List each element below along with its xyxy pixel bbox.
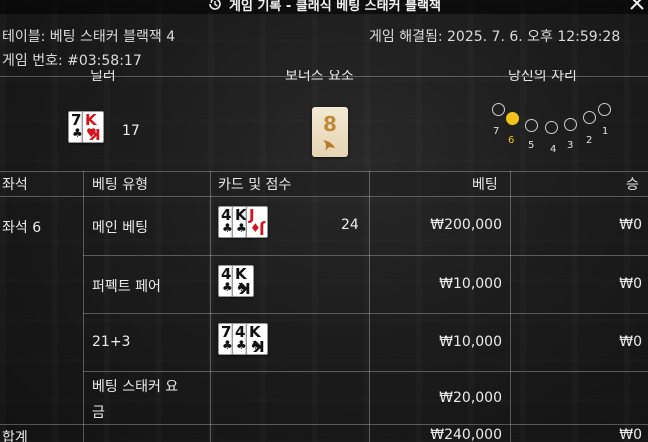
row-divider [83,371,648,372]
seat-number: 7 [493,126,500,137]
row-divider [83,255,648,256]
column-header-bet: 베팅 [472,177,498,193]
title-bar: 게임 기록 - 클래식 베팅 스태커 블랙잭 [0,0,648,14]
column-divider [510,171,511,442]
bonus-arrow-icon [323,140,335,151]
win-amount: ₩0 [619,217,642,233]
card-rank-corner: J [259,220,265,238]
divider [0,196,648,197]
bonus-tile: 8 [312,107,348,157]
bet-amount: ₩10,000 [439,276,502,292]
history-icon [209,0,221,10]
win-amount: ₩0 [619,276,642,292]
total-label: 합계 [2,430,28,442]
page-title: 게임 기록 - 클래식 베팅 스태커 블랙잭 [229,0,441,14]
bet-type-stacker-fee: 베팅 스태커 요 [92,379,179,395]
dealer-score: 17 [122,123,140,139]
card-rank-corner: K [239,279,251,297]
seat-marker [545,121,558,134]
playing-card: K ♥ K [82,111,104,143]
column-header-seat: 좌석 [2,177,28,193]
your-seat-header: 당신의 자리 [508,70,577,84]
playing-card: K ♠ K [246,323,268,355]
bet-type-stacker-fee-cont: 금 [92,405,105,421]
column-header-bet-type: 베팅 유형 [92,177,148,193]
seat-marker [525,119,538,132]
divider [0,171,648,172]
bonus-header: 보너스 요소 [285,70,354,84]
bet-type-perfect-pair: 퍼펙트 페어 [92,279,161,295]
total-win: ₩0 [619,427,642,442]
win-amount: ₩0 [619,334,642,350]
column-header-cards: 카드 및 점수 [218,177,292,193]
seat-number: 4 [550,144,557,155]
bet-type-21-3: 21+3 [92,334,131,350]
seat-marker [598,103,611,116]
bet-amount: ₩20,000 [439,390,502,406]
column-divider [210,171,211,442]
seat-number: 3 [567,140,574,151]
divider [0,424,648,425]
seat-marker [564,118,577,131]
column-header-win: 승 [626,177,639,193]
dealer-header: 딜러 [90,70,116,84]
seat-cell: 좌석 6 [2,220,42,236]
seat-marker [492,103,505,116]
total-bet: ₩240,000 [430,427,502,442]
seat-number: 6 [508,135,515,146]
bet-type-main: 메인 베팅 [92,220,148,236]
column-divider [83,171,84,442]
round-number: 게임 번호: #03:58:17 [2,53,142,69]
resolved-time: 게임 해결됨: 2025. 7. 6. 오후 12:59:28 [369,29,621,45]
playing-card: K ♠ K [232,265,254,297]
card-rank-corner: K [89,125,101,143]
bonus-value: 8 [323,112,337,136]
seat-marker [506,112,519,125]
seat-number: 1 [602,126,609,137]
seat-marker [583,111,596,124]
row-divider [83,313,648,314]
bet-amount: ₩200,000 [430,217,502,233]
seat-number: 5 [528,140,535,151]
playing-card: J ♦ J [246,206,268,238]
hand-score: 24 [341,217,359,233]
column-divider [369,171,370,442]
close-icon[interactable] [628,0,646,12]
seat-number: 2 [586,135,593,146]
card-rank-corner: K [253,337,265,355]
table-name: 테이블: 베팅 스태커 블랙잭 4 [2,29,176,45]
bet-amount: ₩10,000 [439,334,502,350]
